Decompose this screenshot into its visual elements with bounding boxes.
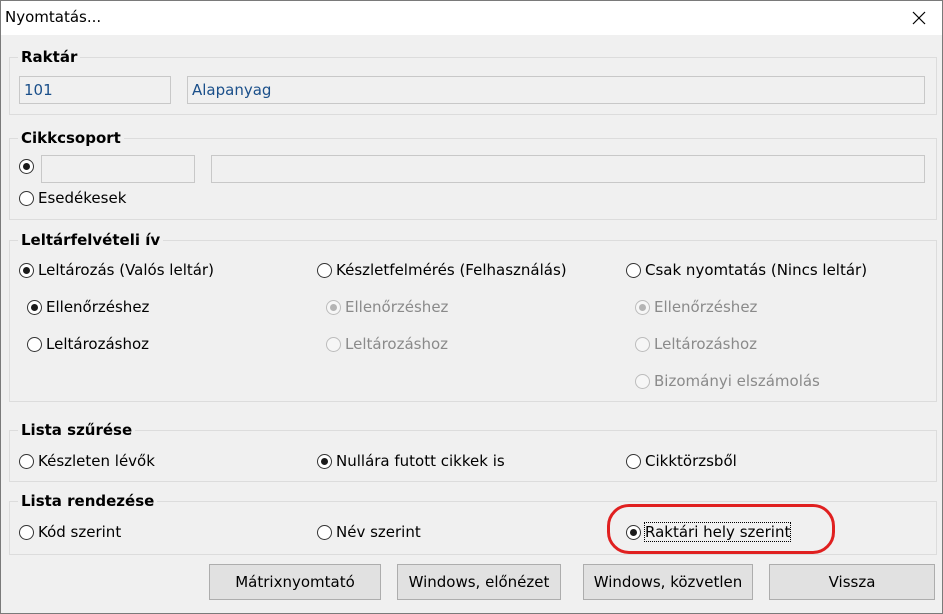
radio-selected-icon xyxy=(27,299,42,315)
cikktorzsbol-radio[interactable]: Cikktörzsből xyxy=(626,452,737,470)
leltarozas-ellenorzes-radio[interactable]: Ellenőrzéshez xyxy=(27,298,149,316)
csak-nyomtatas-label: Csak nyomtatás (Nincs leltár) xyxy=(645,261,868,279)
radio-icon xyxy=(19,453,34,469)
keszletfelmeres-ellenorzes-radio[interactable]: Ellenőrzéshez xyxy=(326,298,448,316)
ellenorzeshez-label: Ellenőrzéshez xyxy=(654,298,758,316)
radio-selected-icon xyxy=(626,524,641,540)
keszleten-levok-radio[interactable]: Készleten lévők xyxy=(19,452,155,470)
radio-selected-icon xyxy=(326,299,341,315)
radio-icon xyxy=(635,373,650,389)
close-button[interactable] xyxy=(896,1,942,35)
dialog-title: Nyomtatás... xyxy=(5,8,102,26)
radio-icon xyxy=(19,190,34,206)
keszleten-levok-label: Készleten lévők xyxy=(38,452,155,470)
cikkcsoport-name-field[interactable] xyxy=(211,155,925,183)
raktari-hely-szerint-radio[interactable]: Raktári hely szerint xyxy=(626,522,792,542)
radio-icon xyxy=(317,524,332,540)
vissza-button[interactable]: Vissza xyxy=(769,564,935,600)
close-icon xyxy=(912,11,926,25)
bizomanyi-elszamolas-radio[interactable]: Bizományi elszámolás xyxy=(635,372,820,390)
leltarozashoz-label: Leltározáshoz xyxy=(654,335,758,353)
windows-elonezet-button[interactable]: Windows, előnézet xyxy=(397,564,561,600)
ellenorzeshez-label: Ellenőrzéshez xyxy=(345,298,449,316)
raktar-name-field[interactable]: Alapanyag xyxy=(187,76,925,104)
rendezes-group: Lista rendezése xyxy=(9,492,937,555)
csak-nyomtatas-radio[interactable]: Csak nyomtatás (Nincs leltár) xyxy=(626,261,867,279)
leltarozas-radio[interactable]: Leltározás (Valós leltár) xyxy=(19,261,214,279)
print-dialog: Nyomtatás... Raktár 101 Alapanyag Cikkcs… xyxy=(0,0,943,614)
radio-selected-icon xyxy=(317,453,332,469)
esedekesek-radio[interactable]: Esedékesek xyxy=(19,189,126,207)
esedekesek-label: Esedékesek xyxy=(38,189,127,207)
radio-icon xyxy=(27,336,42,352)
leltarozashoz-label: Leltározáshoz xyxy=(345,335,449,353)
radio-icon xyxy=(317,262,332,278)
leltar-label: Leltárfelvételi ív xyxy=(18,231,164,249)
kod-szerint-radio[interactable]: Kód szerint xyxy=(19,523,121,541)
leltarozas-leltarozashoz-radio[interactable]: Leltározáshoz xyxy=(27,335,149,353)
radio-icon xyxy=(626,453,641,469)
csak-nyomtatas-leltarozashoz-radio[interactable]: Leltározáshoz xyxy=(635,335,757,353)
radio-icon xyxy=(626,262,641,278)
cikkcsoport-label: Cikkcsoport xyxy=(18,129,124,147)
nev-szerint-label: Név szerint xyxy=(336,523,421,541)
nev-szerint-radio[interactable]: Név szerint xyxy=(317,523,421,541)
raktar-code-field[interactable]: 101 xyxy=(19,76,171,104)
cikktorzsbol-label: Cikktörzsből xyxy=(645,452,737,470)
radio-icon xyxy=(635,336,650,352)
nullara-futott-radio[interactable]: Nullára futott cikkek is xyxy=(317,452,505,470)
leltarozashoz-label: Leltározáshoz xyxy=(46,335,150,353)
radio-selected-icon xyxy=(635,299,650,315)
szures-label: Lista szűrése xyxy=(18,421,136,439)
rendezes-label: Lista rendezése xyxy=(18,492,158,510)
radio-selected-icon xyxy=(19,159,34,174)
csak-nyomtatas-ellenorzes-radio[interactable]: Ellenőrzéshez xyxy=(635,298,757,316)
radio-icon xyxy=(19,524,34,540)
title-bar: Nyomtatás... xyxy=(1,1,942,35)
keszletfelmeres-leltarozashoz-radio[interactable]: Leltározáshoz xyxy=(326,335,448,353)
raktari-hely-szerint-label: Raktári hely szerint xyxy=(643,522,792,542)
kod-szerint-label: Kód szerint xyxy=(38,523,122,541)
raktar-label: Raktár xyxy=(18,48,81,66)
keszletfelmeres-radio[interactable]: Készletfelmérés (Felhasználás) xyxy=(317,261,567,279)
leltarozas-label: Leltározás (Valós leltár) xyxy=(38,261,214,279)
nullara-futott-label: Nullára futott cikkek is xyxy=(336,452,505,470)
bizomanyi-elszamolas-label: Bizományi elszámolás xyxy=(654,372,820,390)
ellenorzeshez-label: Ellenőrzéshez xyxy=(46,298,150,316)
windows-kozvetlen-button[interactable]: Windows, közvetlen xyxy=(583,564,753,600)
radio-icon xyxy=(326,336,341,352)
cikkcsoport-code-field[interactable] xyxy=(41,155,195,183)
radio-selected-icon xyxy=(19,262,34,278)
keszletfelmeres-label: Készletfelmérés (Felhasználás) xyxy=(336,261,567,279)
matrixnyomtato-button[interactable]: Mátrixnyomtató xyxy=(209,564,381,600)
cikkcsoport-radio[interactable] xyxy=(19,159,38,174)
